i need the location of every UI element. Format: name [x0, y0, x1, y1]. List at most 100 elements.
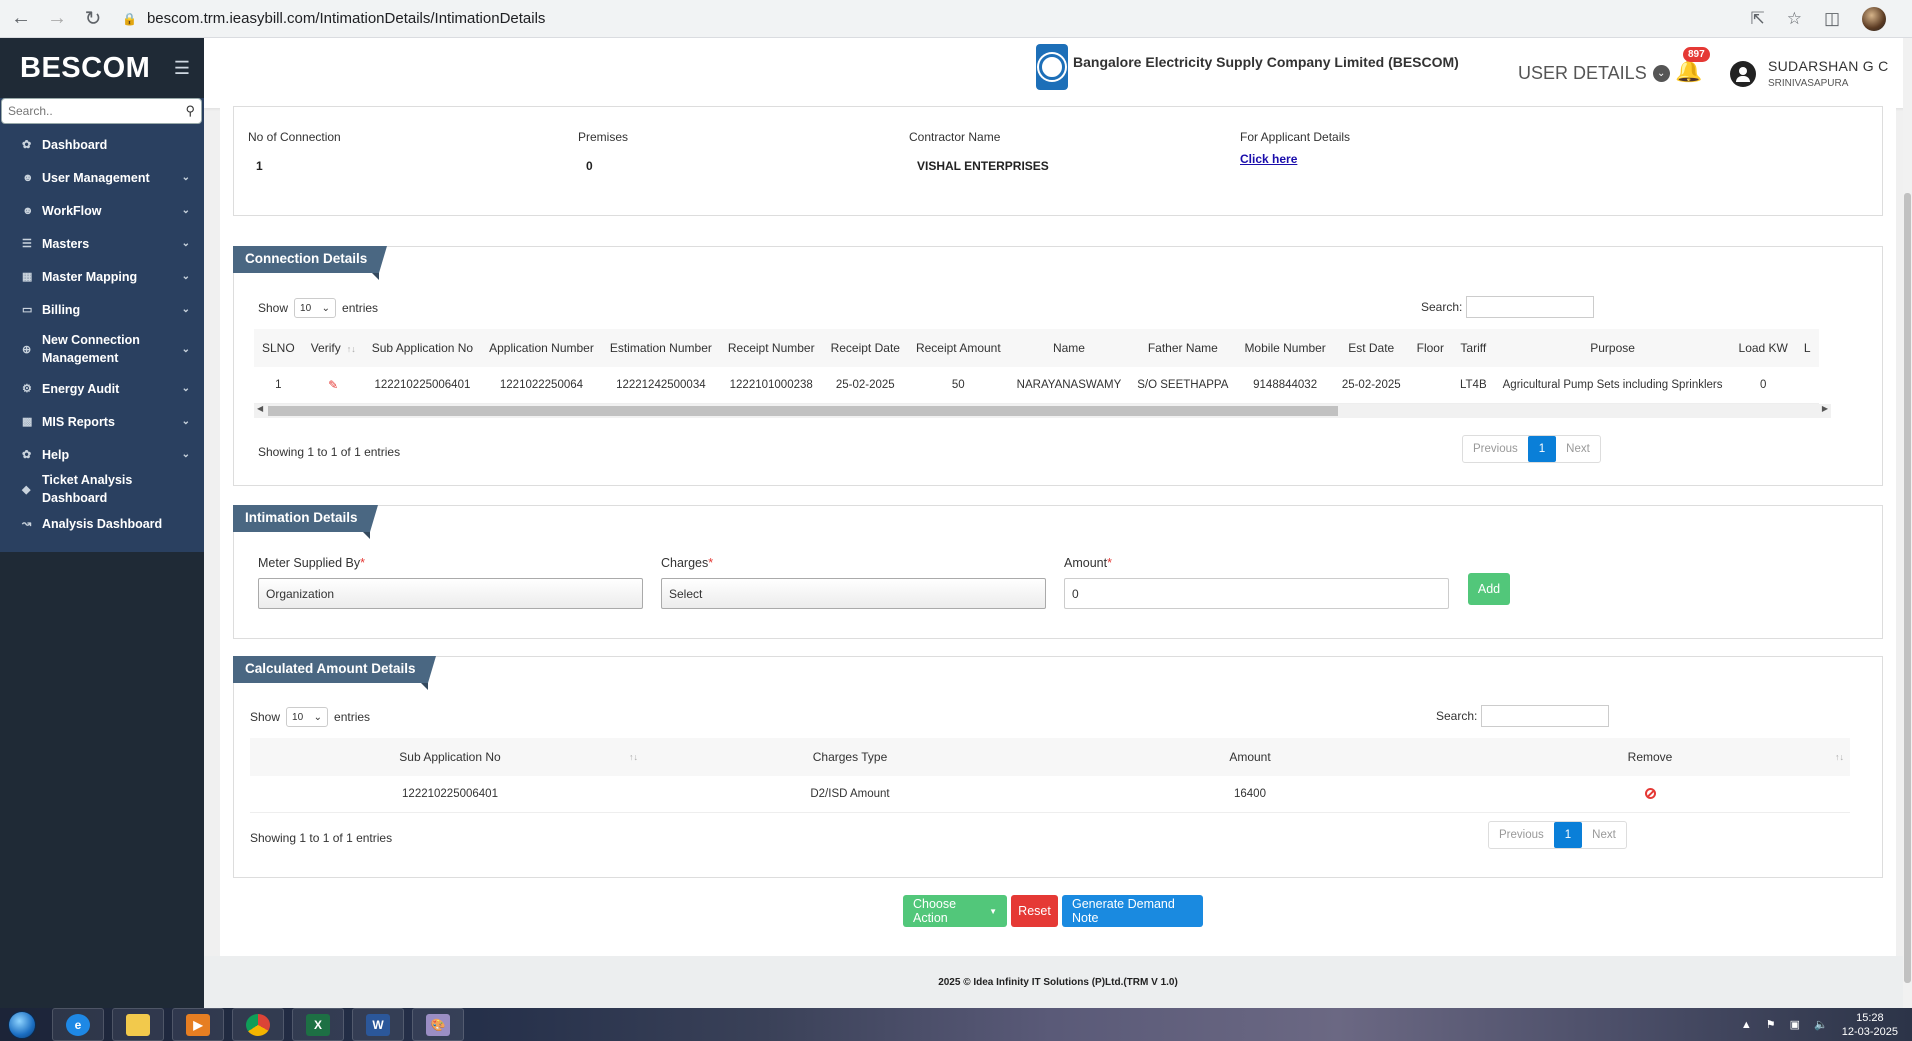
col-charges-type[interactable]: Charges Type	[650, 738, 1050, 776]
col-floor[interactable]: Floor	[1408, 329, 1452, 367]
star-icon[interactable]: ☆	[1787, 9, 1802, 29]
taskbar-ie[interactable]: e	[52, 1008, 104, 1041]
sidebar-item-masters[interactable]: ☰ Masters ⌄	[0, 227, 204, 260]
applicant-click-here-link[interactable]: Click here	[1240, 152, 1297, 166]
meter-supplied-select[interactable]: Organization	[258, 578, 643, 609]
calculated-search: Search:	[1436, 705, 1610, 727]
scroll-thumb[interactable]	[268, 406, 1338, 416]
taskbar-media[interactable]: ▶	[172, 1008, 224, 1041]
taskbar-word[interactable]: W	[352, 1008, 404, 1041]
brand-name: BESCOM	[20, 51, 151, 84]
col-verify[interactable]: Verify ↑↓	[302, 329, 364, 367]
share-icon[interactable]: ⇱	[1750, 9, 1764, 29]
sidebar-item-dashboard[interactable]: ✿ Dashboard	[0, 128, 204, 161]
page-size-select[interactable]: 10 ⌄	[294, 298, 337, 318]
col-sub-application-no[interactable]: Sub Application No	[363, 329, 482, 367]
address-bar[interactable]: 🔒 bescom.trm.ieasybill.com/IntimationDet…	[122, 6, 1750, 32]
col-application-number[interactable]: Application Number	[481, 329, 602, 367]
col-receipt-number[interactable]: Receipt Number	[719, 329, 823, 367]
cell-sub-app: 122210225006401	[363, 367, 482, 404]
chevron-down-icon: ⌄	[181, 172, 190, 183]
generate-demand-note-button[interactable]: Generate Demand Note	[1062, 895, 1203, 927]
charges-select[interactable]: Select	[661, 578, 1046, 609]
sidebar-item-workflow[interactable]: ☻ WorkFlow ⌄	[0, 194, 204, 227]
sidebar-items: ✿ Dashboard ☻ User Management ⌄ ☻ WorkFlow ⌄ ☰ Ma…	[0, 124, 204, 540]
page-1-button[interactable]: 1	[1553, 822, 1583, 848]
next-button[interactable]: Next	[1582, 822, 1626, 848]
col-receipt-amount[interactable]: Receipt Amount	[907, 329, 1009, 367]
col-purpose[interactable]: Purpose	[1494, 329, 1731, 367]
previous-button[interactable]: Previous	[1463, 436, 1528, 462]
profile-avatar[interactable]	[1862, 6, 1886, 31]
network-icon[interactable]: ▣	[1790, 1018, 1800, 1031]
tray-arrow-icon[interactable]: ▲	[1741, 1019, 1752, 1031]
calculated-search-input[interactable]	[1481, 705, 1610, 727]
sidepanel-icon[interactable]: ◫	[1824, 9, 1840, 29]
col-estimation-number[interactable]: Estimation Number	[601, 329, 720, 367]
sidebar-item-ticket-analysis-dashboard[interactable]: ◆ Ticket Analysis Dashboard	[0, 471, 204, 507]
flag-icon[interactable]: ⚑	[1766, 1018, 1776, 1031]
sidebar-item-analysis-dashboard[interactable]: ↝ Analysis Dashboard	[0, 507, 204, 540]
sidebar-item-billing[interactable]: ▭ Billing ⌄	[0, 293, 204, 326]
reset-button[interactable]: Reset	[1011, 895, 1058, 927]
remove-icon[interactable]	[1644, 788, 1656, 800]
col-sub-app-label: Sub Application No	[399, 750, 501, 764]
col-amount[interactable]: Amount	[1050, 738, 1450, 776]
scroll-left-icon[interactable]: ◀	[257, 404, 263, 413]
column-label: Receipt Number	[727, 341, 815, 355]
col-tariff[interactable]: Tariff	[1451, 329, 1495, 367]
sidebar-item-user-management[interactable]: ☻ User Management ⌄	[0, 161, 204, 194]
taskbar-chrome[interactable]	[232, 1008, 284, 1041]
sidebar-item-mis-reports[interactable]: ▩ MIS Reports ⌄	[0, 405, 204, 438]
taskbar-paint[interactable]: 🎨	[412, 1008, 464, 1041]
gears-icon: ⚙	[22, 383, 32, 395]
search-icon[interactable]: ⚲	[185, 103, 195, 119]
choose-action-button[interactable]: Choose Action ▼	[903, 895, 1007, 927]
col-load-kw[interactable]: Load KW	[1730, 329, 1796, 367]
user-details-dropdown[interactable]: USER DETAILS ⌄	[1518, 63, 1670, 84]
reload-icon[interactable]: ↻	[78, 4, 108, 34]
previous-button[interactable]: Previous	[1489, 822, 1554, 848]
clock[interactable]: 15:28 12-03-2025	[1842, 1011, 1898, 1039]
col-name[interactable]: Name	[1008, 329, 1130, 367]
sidebar-item-help[interactable]: ✿ Help ⌄	[0, 438, 204, 471]
column-label: Sub Application No	[371, 341, 474, 355]
col-remove[interactable]: Remove ↑↓	[1450, 738, 1850, 776]
col-slno[interactable]: SLNO	[254, 329, 303, 367]
col-receipt-date[interactable]: Receipt Date	[822, 329, 908, 367]
page-1-button[interactable]: 1	[1527, 436, 1557, 462]
calculated-amount-card: Calculated Amount Details Show 10 ⌄ entri…	[233, 656, 1883, 878]
start-button[interactable]	[0, 1008, 44, 1041]
remove-cell	[1450, 776, 1850, 813]
forward-icon[interactable]: →	[42, 4, 72, 34]
volume-icon[interactable]: 🔈	[1814, 1018, 1828, 1031]
col-mobile-number[interactable]: Mobile Number	[1236, 329, 1334, 367]
sidebar-item-new-connection-management[interactable]: ⊕ New Connection Management ⌄	[0, 326, 204, 372]
next-button[interactable]: Next	[1556, 436, 1600, 462]
taskbar-explorer[interactable]	[112, 1008, 164, 1041]
edit-icon[interactable]: ✎	[328, 378, 338, 392]
scroll-right-icon[interactable]: ▶	[1822, 404, 1828, 413]
connection-search-input[interactable]	[1466, 296, 1595, 318]
col-father-name[interactable]: Father Name	[1129, 329, 1237, 367]
back-icon[interactable]: ←	[6, 4, 36, 34]
amount-input[interactable]: 0	[1064, 578, 1449, 609]
sidebar-search-input[interactable]	[8, 104, 186, 118]
page-vertical-scrollbar[interactable]	[1903, 38, 1912, 1008]
col-sub-app[interactable]: Sub Application No ↑↓	[250, 738, 650, 776]
col-est-date[interactable]: Est Date	[1333, 329, 1409, 367]
show-label: Show	[250, 710, 281, 724]
hamburger-icon[interactable]: ☰	[174, 58, 190, 79]
col-l[interactable]: L	[1795, 329, 1819, 367]
table-horizontal-scrollbar[interactable]: ◀ ▶	[254, 404, 1831, 418]
add-button[interactable]: Add	[1468, 573, 1510, 605]
user-avatar-icon[interactable]	[1730, 61, 1756, 87]
page-scroll-thumb[interactable]	[1904, 193, 1911, 983]
word-icon: W	[366, 1013, 390, 1036]
sidebar-item-master-mapping[interactable]: ▦ Master Mapping ⌄	[0, 260, 204, 293]
page-size-select[interactable]: 10 ⌄	[286, 707, 329, 727]
connection-info: Showing 1 to 1 of 1 entries	[258, 445, 401, 459]
taskbar-excel[interactable]: X	[292, 1008, 344, 1041]
premises-label: Premises	[578, 130, 629, 144]
sidebar-item-energy-audit[interactable]: ⚙ Energy Audit ⌄	[0, 372, 204, 405]
